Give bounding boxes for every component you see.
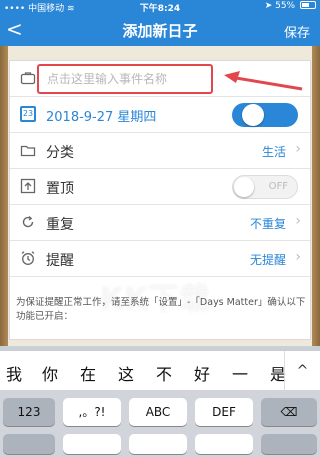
calendar-icon: 23 (20, 106, 36, 122)
status-bar: •••• 中国移动 ≋ 下午8:24 ➤ 55% (0, 0, 320, 14)
pin-label: 置顶 (46, 181, 74, 197)
reminder-value: 无提醒 (249, 253, 286, 267)
pin-toggle[interactable]: OFF (232, 175, 298, 199)
page-title: 添加新日子 (122, 22, 198, 40)
keyboard: 123 ,。?! ABC DEF ⌫ (0, 390, 320, 457)
category-row[interactable]: 分类 生活 › (10, 133, 310, 169)
folder-icon (20, 142, 36, 158)
date-value[interactable]: 2018-9-27 星期四 (46, 106, 156, 125)
alarm-clock-icon (20, 250, 36, 266)
category-label: 分类 (46, 145, 74, 161)
chevron-right-icon: › (295, 249, 301, 265)
reminder-row[interactable]: 提醒 无提醒 › (10, 241, 310, 277)
event-name-input[interactable] (39, 66, 209, 92)
chevron-right-icon: › (295, 141, 301, 157)
briefcase-icon (20, 70, 36, 86)
event-name-field[interactable] (37, 64, 213, 94)
repeat-value: 不重复 (249, 217, 286, 231)
key-row-2[interactable] (63, 434, 121, 454)
pin-top-icon (20, 178, 36, 194)
candidate[interactable]: 这 (118, 361, 134, 385)
battery-percent: 55% (275, 1, 296, 11)
ime-candidate-bar: 我 你 在 这 不 好 一 是 ^ (0, 350, 320, 391)
notice-text: 为保证提醒正常工作，请至系统「设置」-「Days Matter」确认以下功能已开… (16, 297, 306, 322)
candidate[interactable]: 我 (6, 361, 22, 385)
abc-key[interactable]: ABC (129, 398, 187, 426)
repeat-icon (20, 214, 36, 230)
key-row-2[interactable] (195, 434, 253, 454)
pin-toggle-label: OFF (268, 181, 288, 192)
key-row-2-right[interactable] (261, 434, 317, 454)
expand-candidates-button[interactable]: ^ (284, 351, 320, 391)
key-row-2[interactable] (129, 434, 187, 454)
arrow-icon (224, 71, 303, 91)
location-icon: ➤ (264, 1, 273, 11)
toggle-knob (234, 177, 254, 197)
battery-icon (300, 1, 316, 9)
category-value: 生活 (261, 145, 286, 159)
key-row-2-left[interactable] (3, 434, 55, 454)
candidate[interactable]: 不 (156, 361, 172, 385)
toggle-knob (242, 104, 264, 126)
candidate[interactable]: 你 (42, 361, 58, 385)
calendar-type-toggle[interactable]: 公历 (232, 103, 298, 127)
punctuation-key[interactable]: ,。?! (63, 398, 121, 426)
candidate[interactable]: 在 (80, 361, 96, 385)
numbers-key[interactable]: 123 (3, 398, 55, 426)
repeat-label: 重复 (46, 217, 74, 233)
date-row[interactable]: 23 2018-9-27 星期四 公历 (10, 97, 310, 133)
repeat-row[interactable]: 重复 不重复 › (10, 205, 310, 241)
candidate[interactable]: 好 (194, 361, 210, 385)
nav-bar: < 添加新日子 保存 (0, 14, 320, 46)
candidate[interactable]: 一 (232, 361, 248, 385)
pin-row: 置顶 OFF (10, 169, 310, 205)
save-button[interactable]: 保存 (284, 22, 310, 41)
battery-info: ➤ 55% (265, 1, 316, 11)
reminder-label: 提醒 (46, 253, 74, 269)
backspace-key[interactable]: ⌫ (261, 398, 317, 426)
def-key[interactable]: DEF (195, 398, 253, 426)
event-name-row[interactable] (10, 61, 310, 97)
form-area: 23 2018-9-27 星期四 公历 分类 生活 › 置顶 OFF (0, 46, 320, 346)
chevron-right-icon: › (295, 213, 301, 229)
